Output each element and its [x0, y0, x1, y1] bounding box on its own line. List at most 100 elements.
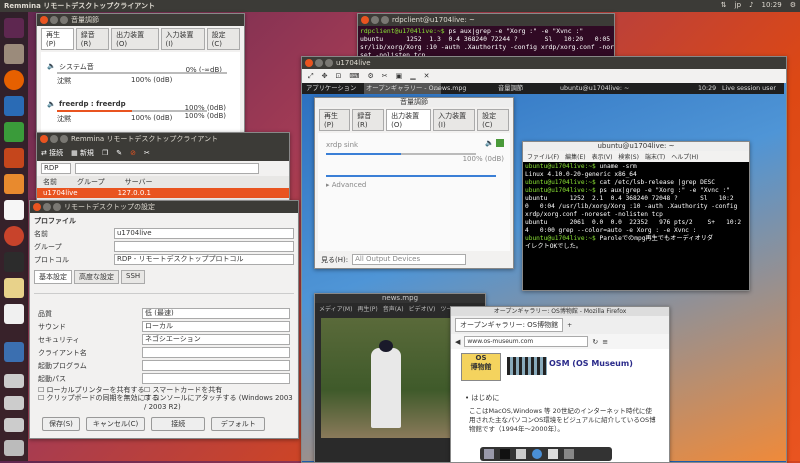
minimize-session-icon[interactable]: ▁ [410, 72, 415, 80]
minimize-button[interactable] [371, 16, 379, 24]
delete-icon[interactable]: ⊘ [130, 149, 136, 157]
drive-icon-2[interactable] [4, 396, 24, 410]
task-firefox[interactable]: オープンギャラリー - O... [364, 83, 442, 94]
gear-icon[interactable]: ⚙ [790, 1, 796, 9]
connect-button[interactable]: 接続 [151, 417, 206, 431]
impress-icon[interactable] [4, 148, 24, 168]
browser-tab[interactable]: オープンギャラリー: OS博物館 [455, 318, 564, 332]
move-icon[interactable]: ✥ [322, 72, 328, 80]
title-bar[interactable]: 音量調節 [315, 98, 513, 107]
title-bar[interactable]: u1704live [302, 57, 786, 69]
edit-icon[interactable]: ✎ [116, 149, 122, 157]
maximize-button[interactable] [60, 135, 68, 143]
task-video[interactable]: news.mpg [434, 83, 466, 94]
keyboard-indicator[interactable]: jp [735, 1, 741, 9]
protocol-select[interactable]: RDP - リモートデスクトッププロトコル [114, 254, 294, 265]
title-bar[interactable]: リモートデスクトップの設定 [30, 201, 298, 213]
fullscreen-icon[interactable]: ⤢ [308, 72, 314, 81]
default-button[interactable]: デフォルト [211, 417, 266, 431]
tab-config[interactable]: 設定(C) [206, 28, 240, 50]
terminal-output[interactable]: ubuntu@u1704live:~$ uname -srm Linux 4.1… [523, 162, 749, 290]
drive-icon-3[interactable] [4, 418, 24, 432]
security-select[interactable]: ネゴシエーション [142, 334, 290, 345]
quality-select[interactable]: 低 (最速) [142, 308, 290, 319]
close-button[interactable] [33, 203, 41, 211]
sound-select[interactable]: ローカル [142, 321, 290, 332]
copy-icon[interactable]: ❐ [102, 149, 108, 157]
quick-connect-input[interactable] [75, 163, 259, 174]
title-bar[interactable]: rdpclient@u1704live: ~ [358, 14, 614, 26]
menu-video[interactable]: ビデオ(V) [409, 304, 436, 313]
minimize-button[interactable] [50, 135, 58, 143]
menu-playback[interactable]: 再生(P) [357, 304, 377, 313]
tab-recording[interactable]: 録音(R) [352, 109, 385, 131]
web-content[interactable]: OS 博物館 OSM (OS Museum) • はじめに ここはMacOS,W… [451, 349, 669, 459]
tab-config[interactable]: 設定(C) [477, 109, 509, 131]
col-server[interactable]: サーバー [125, 177, 153, 187]
maximize-button[interactable] [53, 203, 61, 211]
network-icon[interactable]: ⇅ [721, 1, 727, 9]
folder-icon[interactable] [564, 449, 574, 459]
menu-media[interactable]: メディア(M) [319, 304, 352, 313]
tab-input[interactable]: 入力装置(I) [433, 109, 476, 131]
menu-edit[interactable]: 編集(E) [565, 152, 585, 161]
disable-clipboard-checkbox[interactable]: ☐ クリップボードの同期を無効にする [38, 393, 159, 403]
applications-menu[interactable]: アプリケーション [306, 83, 356, 94]
menu-audio[interactable]: 音声(A) [383, 304, 404, 313]
close-button[interactable] [40, 16, 48, 24]
minimize-button[interactable] [315, 59, 323, 67]
close-button[interactable] [305, 59, 313, 67]
group-select[interactable] [114, 241, 294, 252]
tab-advanced[interactable]: 高度な設定 [74, 270, 119, 284]
maximize-button[interactable] [60, 16, 68, 24]
close-button[interactable] [361, 16, 369, 24]
tab-input[interactable]: 入力装置(I) [160, 28, 205, 50]
disconnect-icon[interactable]: ✕ [424, 72, 430, 80]
tab-output[interactable]: 出力装置(O) [386, 109, 432, 131]
tab-playback[interactable]: 再生(P) [319, 109, 351, 131]
files-icon[interactable] [4, 44, 24, 64]
show-select[interactable]: All Output Devices [352, 254, 467, 265]
document-viewer-icon[interactable] [4, 304, 24, 324]
new-tab-button[interactable]: + [567, 322, 572, 329]
minimize-button[interactable] [43, 203, 51, 211]
site-logo[interactable]: OS 博物館 [461, 353, 501, 381]
connect-button[interactable]: ⇄ 接続 [41, 148, 63, 158]
clock[interactable]: 10:29 [762, 1, 782, 9]
title-bar[interactable]: ubuntu@u1704live: ~ [523, 142, 749, 151]
list-item[interactable]: u1704live 127.0.0.1 [37, 188, 289, 198]
menu-file[interactable]: ファイル(F) [527, 152, 559, 161]
reload-icon[interactable]: ↻ [592, 338, 598, 346]
menu-icon[interactable]: ≡ [602, 338, 608, 346]
startup-path-input[interactable] [142, 373, 290, 384]
url-input[interactable]: www.os-museum.com [464, 336, 589, 347]
tab-basic[interactable]: 基本設定 [34, 270, 72, 284]
title-bar[interactable]: 音量調節 [37, 14, 244, 26]
menu-search[interactable]: 検索(S) [618, 152, 639, 161]
back-icon[interactable]: ◀ [455, 338, 460, 346]
terminal-icon[interactable] [500, 449, 510, 459]
tools-icon[interactable]: ✂ [382, 72, 388, 80]
close-button[interactable] [40, 135, 48, 143]
col-group[interactable]: グループ [77, 177, 105, 187]
show-desktop-icon[interactable] [484, 449, 494, 459]
maximize-button[interactable] [325, 59, 333, 67]
remote-desktop[interactable]: アプリケーション オープンギャラリー - O... news.mpg 音量調節 … [302, 83, 786, 462]
remote-clock[interactable]: 10:29 [698, 83, 716, 94]
browser-icon[interactable] [532, 449, 542, 459]
remmina-icon[interactable] [4, 342, 24, 362]
firefox-icon[interactable] [4, 70, 24, 90]
preferences-icon[interactable]: ⚙ [367, 72, 373, 80]
writer-icon[interactable] [4, 96, 24, 116]
save-button[interactable]: 保存(S) [42, 417, 80, 431]
terminal-icon[interactable] [4, 252, 24, 272]
indicator-area[interactable]: ⇅ jp ♪ 10:29 ⚙ [721, 1, 796, 9]
session-user[interactable]: Live session user [722, 83, 776, 94]
minimize-button[interactable] [50, 16, 58, 24]
new-button[interactable]: ▦ 新規 [71, 148, 94, 158]
dash-icon[interactable] [4, 18, 24, 38]
software-center-icon[interactable] [4, 174, 24, 194]
protocol-select[interactable]: RDP [41, 163, 71, 174]
attach-console-checkbox[interactable]: ☐ コンソールにアタッチする (Windows 2003 / 2003 R2) [144, 393, 294, 411]
tools-icon[interactable]: ✂ [144, 149, 150, 157]
